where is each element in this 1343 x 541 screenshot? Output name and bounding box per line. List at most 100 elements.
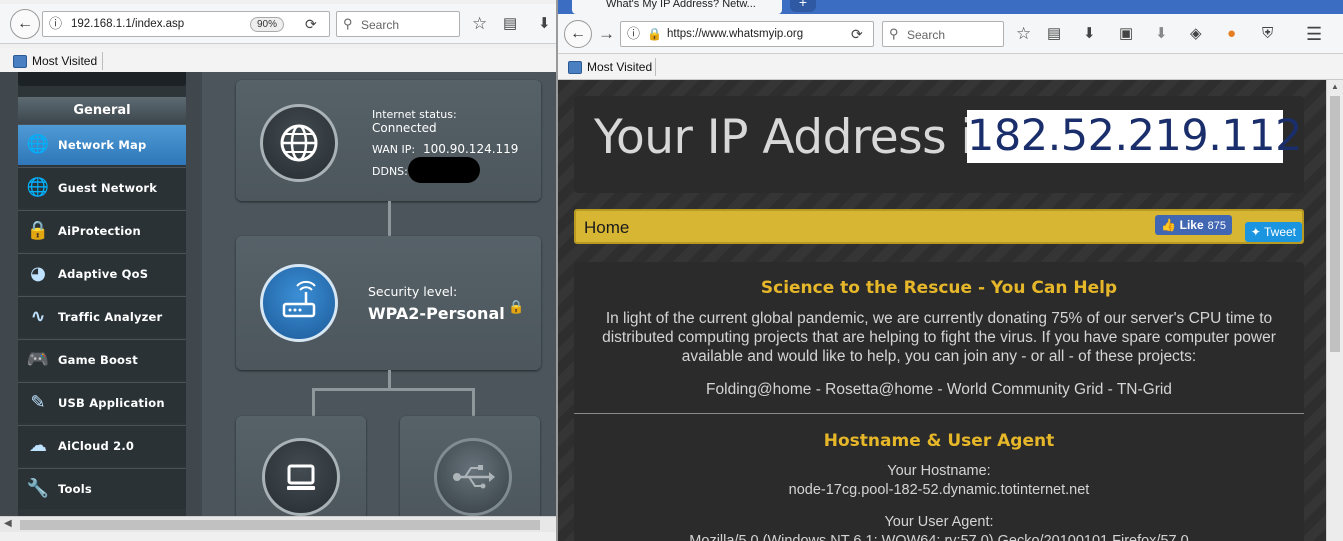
hostname-label: Your Hostname: xyxy=(887,463,991,479)
ip-heading: Your IP Address is xyxy=(594,110,998,165)
download-icon[interactable]: ⬇ xyxy=(538,14,551,34)
bookmark-label: Most Visited xyxy=(32,54,98,68)
download-arrow-icon[interactable]: ⬇ xyxy=(1155,24,1168,44)
zoom-badge[interactable]: 90% xyxy=(250,17,285,32)
shield-extension-icon[interactable]: ⛨ xyxy=(1262,24,1273,44)
router-side-menu: General 🌐 Network Map 🌐 Guest Network 🔒 AiPro… xyxy=(18,72,186,517)
lock-shield-icon: 🔒 xyxy=(26,220,50,241)
cloud-icon: ☁ xyxy=(29,435,47,456)
forward-icon[interactable]: → xyxy=(598,24,615,44)
nav-bar: Home 👍 Like 875 ✦ Tweet xyxy=(574,209,1304,244)
internet-status-card[interactable]: Internet status: Connected WAN IP: 100.9… xyxy=(236,80,541,201)
internet-status-value: Connected xyxy=(372,121,437,135)
search-icon: ⚲ xyxy=(889,26,899,41)
section-title-hostname: Hostname & User Agent xyxy=(823,431,1055,451)
left-search-field[interactable]: ⚲ Search xyxy=(336,11,460,37)
menu-item-adaptive-qos[interactable]: ◕ Adaptive QoS xyxy=(18,253,186,294)
info-icon[interactable]: ⓘ xyxy=(627,24,640,44)
clients-card[interactable] xyxy=(236,416,366,517)
left-search-placeholder: Search xyxy=(361,18,400,32)
thumbs-up-icon: 👍 xyxy=(1161,218,1177,232)
router-admin-page: General 🌐 Network Map 🌐 Guest Network 🔒 AiPro… xyxy=(0,72,556,517)
menu-item-usb-application[interactable]: ✎ USB Application xyxy=(18,382,186,423)
back-button[interactable]: ← xyxy=(564,20,592,48)
padlock-icon[interactable]: 🔒 xyxy=(647,24,662,44)
reload-icon[interactable]: ⟳ xyxy=(305,14,317,34)
right-url-bar[interactable]: ⓘ 🔒 https://www.whatsmyip.org ⟳ xyxy=(620,21,874,47)
wan-ip-value: 100.90.124.119 xyxy=(423,142,519,156)
menu-item-label: Guest Network xyxy=(58,181,158,195)
lock-icon: 🔒 xyxy=(508,300,525,315)
bookmark-separator xyxy=(655,58,656,76)
extension-orange-icon[interactable]: ● xyxy=(1227,24,1236,44)
redacted-ddns-value xyxy=(408,157,480,183)
wan-ip-label: WAN IP: xyxy=(372,143,416,156)
menu-item-tools[interactable]: 🔧 Tools xyxy=(18,468,186,509)
left-url-bar[interactable]: ⓘ 192.168.1.1/index.asp 90% ⟳ xyxy=(42,11,330,37)
user-agent-label: Your User Agent: xyxy=(884,514,994,530)
left-url-text: 192.168.1.1/index.asp xyxy=(71,18,185,30)
router-icon[interactable] xyxy=(260,264,338,342)
security-level-label: Security level: xyxy=(368,284,458,299)
tab-whatsmyip[interactable]: What's My IP Address? Netw... xyxy=(572,0,782,14)
twitter-bird-icon: ✦ xyxy=(1250,225,1261,239)
scroll-left-arrow-icon[interactable]: ◀ xyxy=(4,518,12,529)
tab-title: What's My IP Address? Netw... xyxy=(606,0,756,10)
menu-item-label: Tools xyxy=(58,482,92,496)
whatsmyip-page: Your IP Address is 182.52.219.112 Home 👍… xyxy=(558,80,1326,541)
menu-item-guest-network[interactable]: 🌐 Guest Network xyxy=(18,167,186,208)
connector-line xyxy=(472,388,475,416)
bookmark-star-icon[interactable]: ☆ xyxy=(472,14,487,34)
section-body-science: In light of the current global pandemic,… xyxy=(602,310,1276,365)
menu-item-traffic-analyzer[interactable]: ∿ Traffic Analyzer xyxy=(18,296,186,337)
whatsmyip-browser-window: What's My IP Address? Netw... + ← → ⓘ 🔒 … xyxy=(558,0,1343,541)
menu-item-label: Adaptive QoS xyxy=(58,267,149,281)
reading-list-icon[interactable]: ▤ xyxy=(1047,24,1061,44)
reading-list-icon[interactable]: ▤ xyxy=(503,14,517,34)
bookmark-most-visited[interactable]: Most Visited xyxy=(13,54,97,68)
scrollbar-thumb[interactable] xyxy=(20,520,540,530)
download-icon[interactable]: ⬇ xyxy=(1083,24,1096,44)
menu-item-aiprotection[interactable]: 🔒 AiProtection xyxy=(18,210,186,251)
right-bookmarks-bar: Most Visited xyxy=(558,54,1343,80)
tweet-button[interactable]: ✦ Tweet xyxy=(1244,222,1302,242)
project-links[interactable]: Folding@home - Rosetta@home - World Comm… xyxy=(589,380,1289,399)
connector-line xyxy=(312,388,315,416)
usb-card[interactable] xyxy=(400,416,540,517)
monitor-icon[interactable] xyxy=(262,438,340,516)
new-tab-button[interactable]: + xyxy=(790,0,816,12)
bookmark-separator xyxy=(102,52,103,70)
bookmark-most-visited[interactable]: Most Visited xyxy=(568,60,652,74)
archive-icon[interactable]: ▣ xyxy=(1119,24,1133,44)
tab-strip: What's My IP Address? Netw... + xyxy=(558,0,1343,14)
content-panel: Science to the Rescue - You Can Help In … xyxy=(574,262,1304,541)
nav-home-link[interactable]: Home xyxy=(584,218,629,238)
menu-item-network-map[interactable]: 🌐 Network Map xyxy=(18,124,186,165)
left-window-footer xyxy=(0,532,556,541)
right-vertical-scrollbar[interactable]: ▲ xyxy=(1326,80,1343,541)
facebook-like-button[interactable]: 👍 Like 875 xyxy=(1155,215,1232,235)
router-security-card[interactable]: Security level: WPA2-Personal 🔒 xyxy=(236,236,541,370)
right-search-field[interactable]: ⚲ Search xyxy=(882,21,1004,47)
scrollbar-thumb[interactable] xyxy=(1330,96,1340,352)
search-icon: ⚲ xyxy=(343,16,353,31)
info-icon[interactable]: ⓘ xyxy=(49,14,62,34)
usb-stick-icon: ✎ xyxy=(30,392,46,413)
menu-item-aicloud-2-0[interactable]: ☁ AiCloud 2.0 xyxy=(18,425,186,466)
back-button[interactable]: ← xyxy=(10,9,40,39)
connector-line xyxy=(312,388,472,391)
menu-hamburger-icon[interactable]: ☰ xyxy=(1306,24,1322,44)
globe-icon[interactable] xyxy=(260,104,338,182)
usb-icon[interactable] xyxy=(434,438,512,516)
reload-icon[interactable]: ⟳ xyxy=(851,24,863,44)
ip-address-value[interactable]: 182.52.219.112 xyxy=(967,110,1302,163)
left-bookmarks-bar: Most Visited xyxy=(0,48,556,74)
menu-item-game-boost[interactable]: 🎮 Game Boost xyxy=(18,339,186,380)
internet-status-label: Internet status: xyxy=(372,108,457,121)
left-horizontal-scrollbar[interactable]: ◀ xyxy=(0,516,556,532)
guest-globe-icon: 🌐 xyxy=(26,177,50,198)
extension-globe-icon[interactable]: ◈ xyxy=(1190,24,1202,44)
menu-header: General xyxy=(18,97,186,124)
scroll-up-arrow-icon[interactable]: ▲ xyxy=(1331,82,1339,91)
bookmark-star-icon[interactable]: ☆ xyxy=(1016,24,1031,44)
